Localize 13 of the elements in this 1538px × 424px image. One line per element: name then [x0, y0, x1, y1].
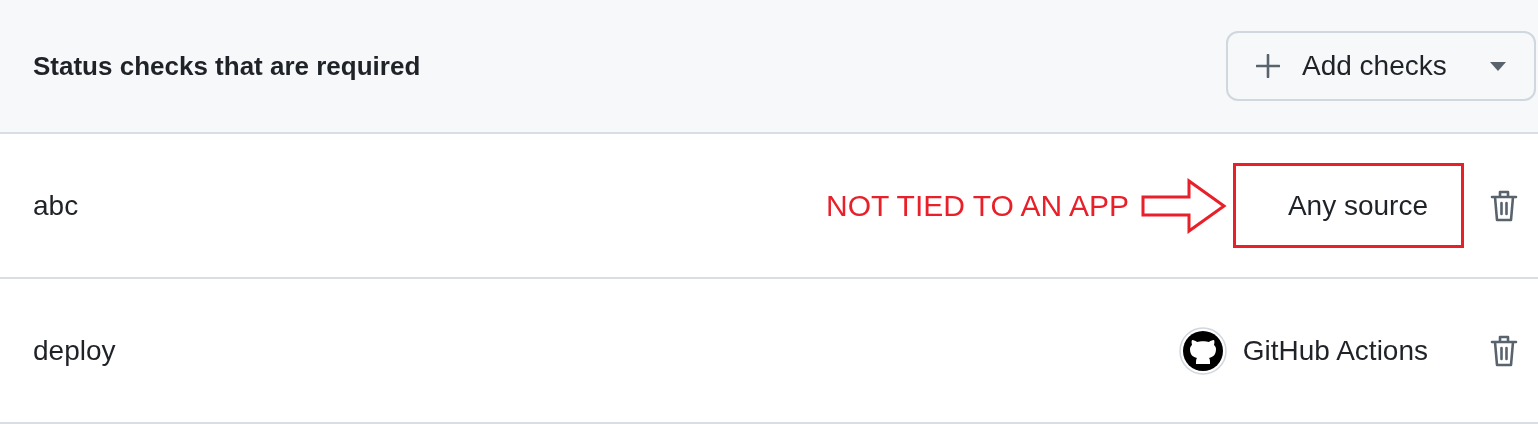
add-checks-button[interactable]: Add checks: [1226, 31, 1536, 101]
trash-icon[interactable]: [1490, 188, 1518, 223]
arrow-icon: [1140, 177, 1227, 234]
check-source: GitHub Actions: [1123, 308, 1464, 393]
trash-icon[interactable]: [1490, 333, 1518, 368]
check-name: abc: [33, 189, 80, 222]
check-name: deploy: [33, 334, 117, 367]
caret-icon: [1490, 61, 1506, 71]
plus-icon: [1256, 54, 1280, 78]
annotation-text: NOT TIED TO AN APP: [826, 188, 1129, 223]
highlighted-source: Any source: [1232, 163, 1464, 248]
github-logo-icon: [1178, 326, 1227, 375]
section-title: Status checks that are required: [33, 50, 421, 82]
